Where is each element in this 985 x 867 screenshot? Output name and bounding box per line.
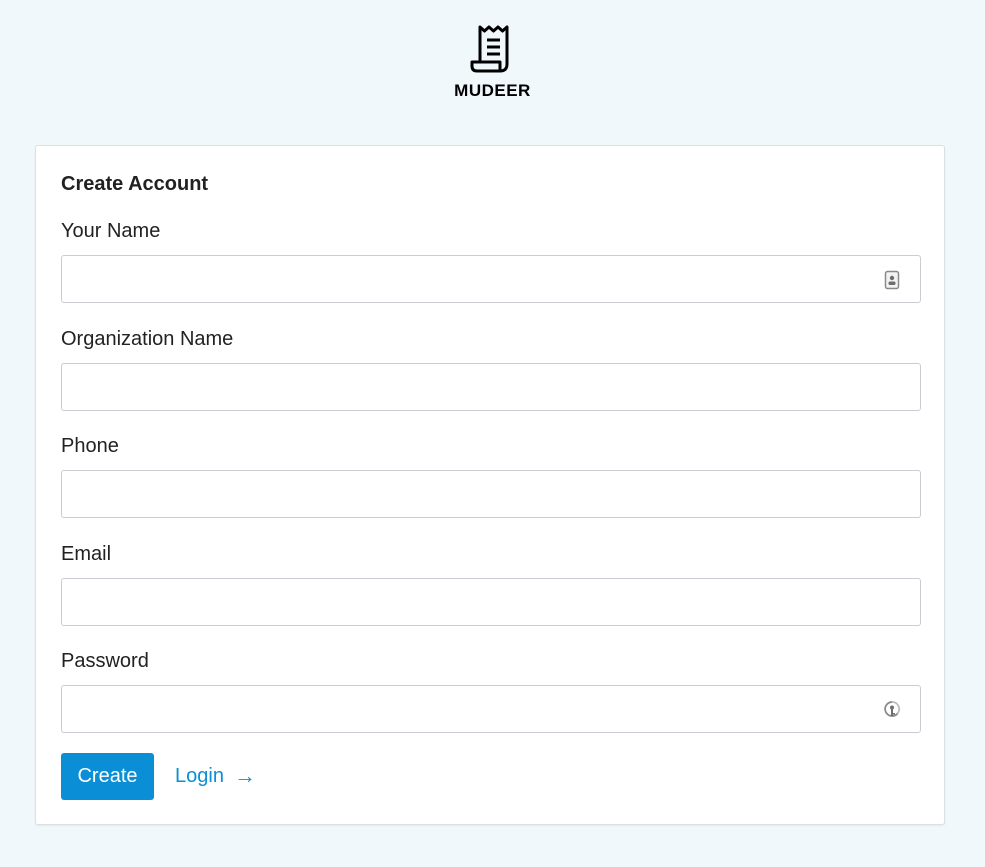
receipt-icon bbox=[470, 25, 508, 73]
password-key-icon[interactable] bbox=[883, 700, 901, 720]
arrow-right-icon[interactable]: → bbox=[234, 765, 256, 787]
password-label: Password bbox=[61, 650, 149, 672]
phone-label: Phone bbox=[61, 435, 119, 457]
login-link-label[interactable]: Login bbox=[175, 765, 224, 787]
your-name-input[interactable] bbox=[61, 255, 921, 303]
login-link[interactable]: Login → bbox=[175, 765, 256, 788]
create-button[interactable]: Create bbox=[61, 753, 154, 800]
contact-card-icon[interactable] bbox=[883, 270, 901, 290]
email-label: Email bbox=[61, 543, 112, 565]
organization-name-label: Organization Name bbox=[61, 328, 234, 350]
brand-name: MUDEER bbox=[454, 81, 531, 100]
organization-name-input[interactable] bbox=[61, 363, 921, 411]
password-input[interactable] bbox=[61, 685, 921, 733]
page-title: Create Account bbox=[61, 173, 209, 195]
email-input[interactable] bbox=[61, 578, 921, 626]
your-name-label: Your Name bbox=[61, 220, 161, 242]
create-account-card: Create Account Your Name Organization Na… bbox=[35, 145, 945, 825]
brand-logo: MUDEER bbox=[0, 24, 985, 99]
phone-input[interactable] bbox=[61, 470, 921, 518]
